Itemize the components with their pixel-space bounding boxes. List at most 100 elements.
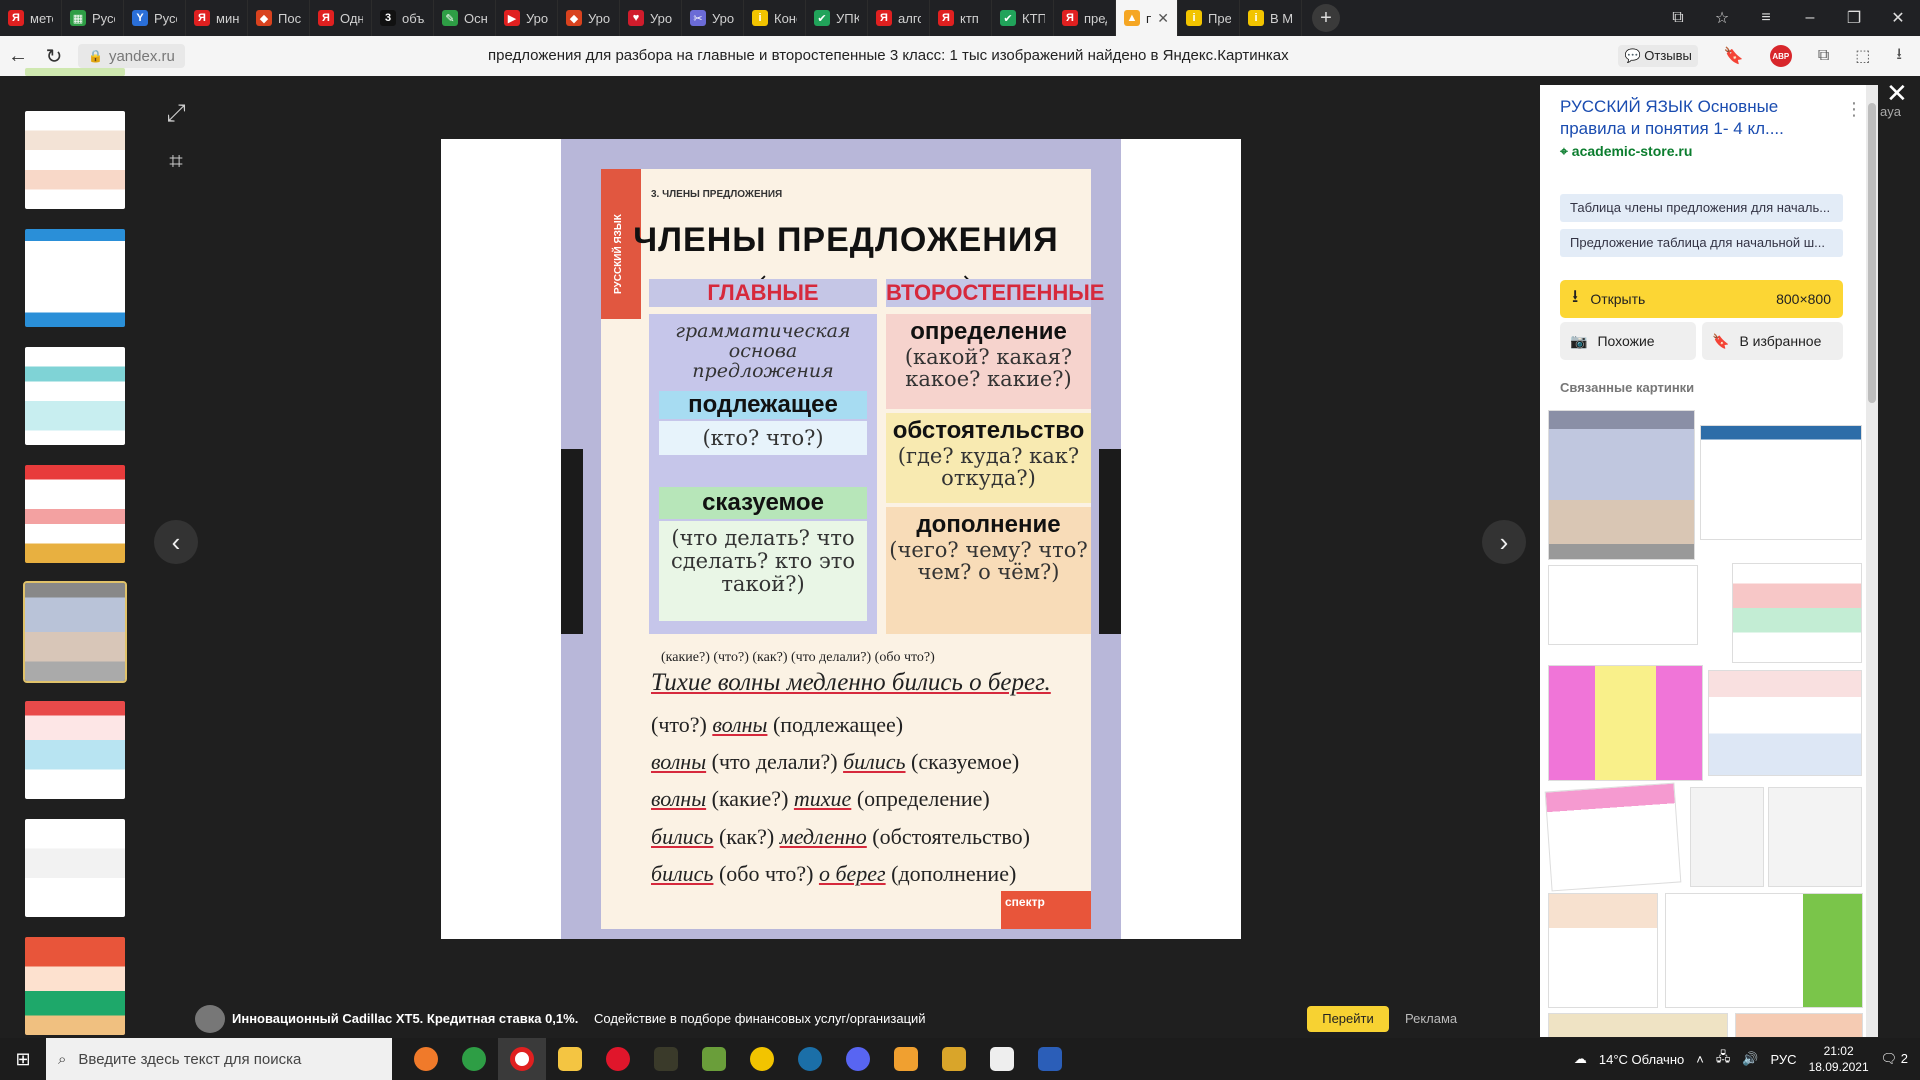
related-image[interactable] — [1732, 563, 1862, 663]
browser-tab[interactable]: i Конс — [744, 0, 806, 36]
thumbnail[interactable] — [25, 68, 125, 76]
browser-tab[interactable]: ✎ Осно — [434, 0, 496, 36]
thumbnail[interactable] — [25, 347, 125, 445]
browser-tab[interactable]: i В Ми — [1240, 0, 1302, 36]
game-app-icon[interactable] — [642, 1038, 690, 1080]
related-image[interactable] — [1548, 665, 1703, 781]
new-tab-button[interactable]: + — [1312, 4, 1340, 32]
adblock-icon[interactable]: ABP — [1769, 45, 1792, 67]
related-image[interactable] — [1544, 782, 1682, 892]
browser-tab[interactable]: ◆ Урок — [558, 0, 620, 36]
browser-tab[interactable]: ✂ Урок — [682, 0, 744, 36]
taskbar-search-box[interactable]: ⌕ Введите здесь текст для поиска — [46, 1038, 392, 1080]
browser-tab[interactable]: 3 объя — [372, 0, 434, 36]
weather-text[interactable]: 14°C Облачно — [1599, 1052, 1684, 1067]
download-icon[interactable]: ⭳ — [1896, 43, 1902, 70]
related-image[interactable] — [1690, 787, 1764, 887]
browser-tab[interactable]: i Пред — [1178, 0, 1240, 36]
reload-button[interactable]: ↻ — [36, 44, 72, 69]
bookmarks-icon[interactable]: ☆ — [1700, 8, 1744, 28]
next-image-button[interactable]: › — [1482, 520, 1526, 564]
thumbnail[interactable] — [25, 819, 125, 917]
globe-app-icon[interactable] — [450, 1038, 498, 1080]
bookmark-icon[interactable]: 🔖 — [1724, 46, 1744, 66]
browser-tab[interactable]: Y Русск — [124, 0, 186, 36]
hex-app-icon[interactable] — [930, 1038, 978, 1080]
ad-go-button[interactable]: Перейти — [1307, 1006, 1389, 1032]
firefox-icon[interactable] — [402, 1038, 450, 1080]
tab-actions-icon[interactable]: ⧉ — [1656, 9, 1700, 27]
language-indicator[interactable]: РУС — [1771, 1052, 1797, 1067]
main-image[interactable]: РУССКИЙ ЯЗЫК 3. ЧЛЕНЫ ПРЕДЛОЖЕНИЯ ЧЛЕНЫ … — [441, 139, 1241, 939]
similar-button[interactable]: 📷 Похожие — [1560, 322, 1696, 360]
side-panel-scrollbar[interactable] — [1866, 85, 1878, 1037]
related-image[interactable] — [1700, 425, 1862, 540]
browser-tab[interactable]: ▶ Урок — [496, 0, 558, 36]
tray-overflow-icon[interactable]: ˄ — [1696, 1052, 1704, 1067]
radiation-app-icon[interactable] — [738, 1038, 786, 1080]
browser-tab[interactable]: Я Одна — [310, 0, 372, 36]
collections-icon[interactable]: ⧉ — [1818, 47, 1829, 65]
opera-icon[interactable] — [594, 1038, 642, 1080]
related-image[interactable] — [1768, 787, 1862, 887]
scrollbar-thumb[interactable] — [1868, 103, 1876, 403]
extensions-icon[interactable]: ⬚ — [1855, 46, 1870, 66]
url-field[interactable]: 🔒 yandex.ru — [78, 44, 185, 68]
add-favorite-button[interactable]: 🔖 В избранное — [1702, 322, 1843, 360]
minimize-button[interactable]: – — [1788, 9, 1832, 27]
browser-tab[interactable]: ✔ УПК — [806, 0, 868, 36]
crop-icon[interactable]: ⌗ — [160, 146, 192, 178]
browser-tab[interactable]: ◆ Посл — [248, 0, 310, 36]
browser-tab[interactable]: Ямину — [186, 0, 248, 36]
menu-icon[interactable]: ≡ — [1744, 9, 1788, 27]
browser-tab[interactable]: ✔ КТП — [992, 0, 1054, 36]
image-source-title[interactable]: РУССКИЙ ЯЗЫК Основные правила и понятия … — [1560, 96, 1820, 140]
prev-image-button[interactable]: ‹ — [154, 520, 198, 564]
close-tab-icon[interactable]: ✕ — [1157, 10, 1169, 27]
browser-tab[interactable]: Яктп р — [930, 0, 992, 36]
close-window-button[interactable]: ✕ — [1876, 8, 1920, 28]
related-image[interactable] — [1708, 670, 1862, 776]
thumbnail[interactable] — [25, 465, 125, 563]
thumbnail-selected[interactable] — [23, 581, 127, 683]
discord-icon[interactable] — [834, 1038, 882, 1080]
browser-tab[interactable]: ♥ Урок — [620, 0, 682, 36]
related-image[interactable] — [1548, 410, 1695, 560]
browser-tab[interactable]: Ямето — [0, 0, 62, 36]
clock[interactable]: 21:02 18.09.2021 — [1809, 1043, 1869, 1075]
windows-start-icon[interactable]: ⊞ — [0, 1049, 46, 1070]
reviews-button[interactable]: 💬 Отзывы — [1618, 45, 1698, 67]
toolbox-icon[interactable] — [882, 1038, 930, 1080]
dl-app-icon[interactable] — [978, 1038, 1026, 1080]
related-image[interactable] — [1548, 1013, 1728, 1037]
thumbnail[interactable] — [25, 229, 125, 327]
related-image[interactable] — [1735, 1013, 1863, 1037]
open-image-button[interactable]: ⭳ Открыть 800×800 — [1560, 280, 1843, 318]
network-icon[interactable]: 🖧 — [1716, 1048, 1731, 1070]
browser-tab[interactable]: Яалгор — [868, 0, 930, 36]
related-image[interactable] — [1665, 893, 1863, 1008]
browser-tab-active[interactable]: ▲ пр ✕ — [1116, 0, 1178, 36]
source-site[interactable]: ⌖ academic-store.ru — [1560, 143, 1692, 160]
file-explorer-icon[interactable] — [546, 1038, 594, 1080]
fullscreen-icon[interactable]: ⤢ — [160, 98, 192, 130]
back-button[interactable]: ← — [0, 45, 36, 68]
notifications-icon[interactable]: 🗨 2 — [1881, 1051, 1908, 1067]
tab-favicon-icon: ▲ — [1124, 10, 1140, 26]
more-options-icon[interactable]: ⋮ — [1845, 99, 1863, 120]
related-image[interactable] — [1548, 565, 1698, 645]
thumbnail[interactable] — [25, 111, 125, 209]
steam-icon[interactable] — [786, 1038, 834, 1080]
related-image[interactable] — [1548, 893, 1658, 1008]
maximize-button[interactable]: ❐ — [1832, 8, 1876, 28]
ad-title[interactable]: Инновационный Cadillac XT5. Кредитная ст… — [232, 1011, 578, 1026]
thumbnail[interactable] — [25, 701, 125, 799]
yandex-browser-icon[interactable] — [498, 1038, 546, 1080]
browser-tab[interactable]: ▦ Русск — [62, 0, 124, 36]
minecraft-icon[interactable] — [690, 1038, 738, 1080]
word-icon[interactable] — [1026, 1038, 1074, 1080]
volume-icon[interactable]: 🔊 — [1742, 1051, 1758, 1067]
browser-tab[interactable]: Япред — [1054, 0, 1116, 36]
related-query-chip[interactable]: Предложение таблица для начальной ш... — [1560, 229, 1843, 257]
related-query-chip[interactable]: Таблица члены предложения для началь... — [1560, 194, 1843, 222]
